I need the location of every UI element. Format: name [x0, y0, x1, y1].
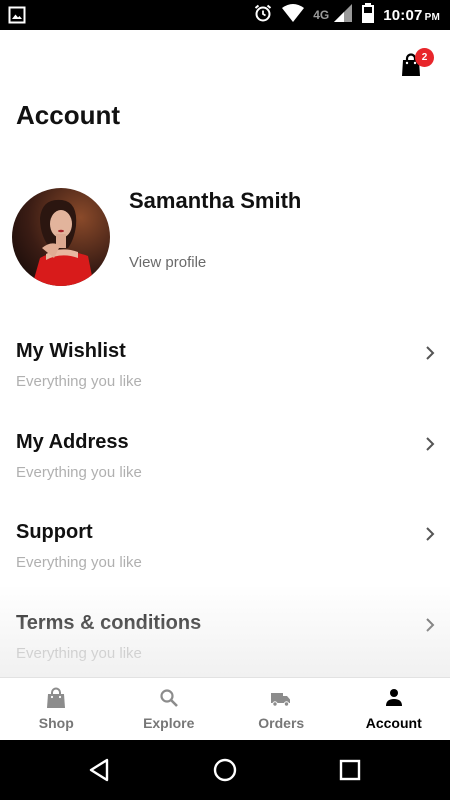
bottom-nav: Shop Explore Orders Account — [0, 677, 450, 740]
avatar[interactable] — [12, 188, 110, 286]
network-type: 4G — [313, 8, 330, 22]
status-bar: 4G 10:07 PM — [0, 0, 450, 30]
nav-label: Orders — [258, 715, 305, 731]
profile-name: Samantha Smith — [129, 188, 302, 213]
search-icon — [159, 689, 178, 707]
menu-item-title: Terms & conditions — [16, 612, 202, 634]
image-icon — [8, 6, 26, 29]
battery-icon — [361, 2, 375, 29]
nav-item-account[interactable]: Account — [338, 678, 450, 740]
clock: 10:07 PM — [383, 6, 440, 24]
nav-item-shop[interactable]: Shop — [0, 678, 113, 740]
menu-item-support[interactable]: Support Everything you like — [0, 521, 450, 601]
nav-item-explore[interactable]: Explore — [113, 678, 226, 740]
cart-count-badge: 2 — [415, 48, 434, 67]
menu-item-subtitle: Everything you like — [16, 645, 142, 662]
chevron-right-icon — [426, 618, 435, 632]
person-icon — [385, 689, 402, 706]
chevron-right-icon — [426, 527, 435, 541]
view-profile-link[interactable]: View profile — [129, 254, 206, 271]
chevron-right-icon — [426, 346, 435, 360]
nav-label: Shop — [38, 715, 74, 731]
shopping-bag-icon — [47, 687, 65, 708]
truck-icon — [271, 693, 290, 707]
nav-label: Account — [365, 715, 422, 731]
menu-item-title: My Address — [16, 431, 129, 453]
menu-item-wishlist[interactable]: My Wishlist Everything you like — [0, 340, 450, 420]
menu-item-title: Support — [16, 521, 93, 543]
page-title: Account — [16, 100, 120, 130]
nav-item-orders[interactable]: Orders — [225, 678, 338, 740]
signal-icon — [333, 3, 353, 28]
chevron-right-icon — [426, 437, 435, 451]
menu-item-address[interactable]: My Address Everything you like — [0, 431, 450, 511]
menu-item-subtitle: Everything you like — [16, 464, 142, 481]
wifi-icon — [281, 3, 305, 28]
back-icon[interactable] — [86, 756, 114, 784]
menu-item-subtitle: Everything you like — [16, 373, 142, 390]
menu-item-subtitle: Everything you like — [16, 554, 142, 571]
alarm-icon — [253, 3, 273, 28]
nav-label: Explore — [143, 715, 195, 731]
menu-item-title: My Wishlist — [16, 340, 126, 362]
system-nav-bar — [0, 740, 450, 800]
recents-icon[interactable] — [336, 756, 364, 784]
home-icon[interactable] — [211, 756, 239, 784]
